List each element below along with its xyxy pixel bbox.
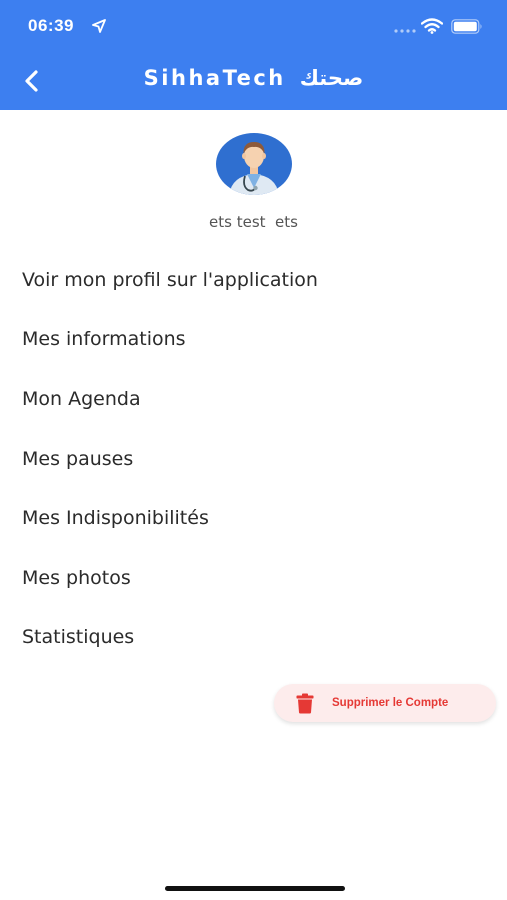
menu-item-view-profile[interactable]: Voir mon profil sur l'application — [22, 250, 492, 310]
delete-account-button[interactable]: Supprimer le Compte — [274, 684, 496, 722]
app-header: 06:39 SihhaTech صحتك — [0, 0, 507, 110]
wifi-icon — [421, 18, 443, 34]
status-time: 06:39 — [28, 16, 74, 35]
battery-icon — [451, 19, 482, 34]
trash-icon — [296, 693, 314, 713]
menu-item-statistics[interactable]: Statistiques — [22, 608, 492, 668]
delete-account-label: Supprimer le Compte — [332, 697, 449, 709]
user-name: ets test ets — [209, 213, 298, 231]
menu-item-agenda[interactable]: Mon Agenda — [22, 369, 492, 429]
app-title: SihhaTech صحتك — [0, 66, 507, 90]
app-title-arabic: صحتك — [299, 66, 364, 90]
home-indicator[interactable] — [165, 886, 345, 891]
app-title-latin: SihhaTech — [143, 66, 286, 90]
menu-item-my-information[interactable]: Mes informations — [22, 310, 492, 370]
menu-item-photos[interactable]: Mes photos — [22, 548, 492, 608]
doctor-avatar-icon — [216, 133, 292, 195]
menu-item-breaks[interactable]: Mes pauses — [22, 429, 492, 489]
signal-dots-icon — [394, 29, 416, 33]
menu-item-unavailabilities[interactable]: Mes Indisponibilités — [22, 488, 492, 548]
location-arrow-icon — [92, 19, 106, 33]
settings-menu: Voir mon profil sur l'application Mes in… — [22, 250, 492, 667]
